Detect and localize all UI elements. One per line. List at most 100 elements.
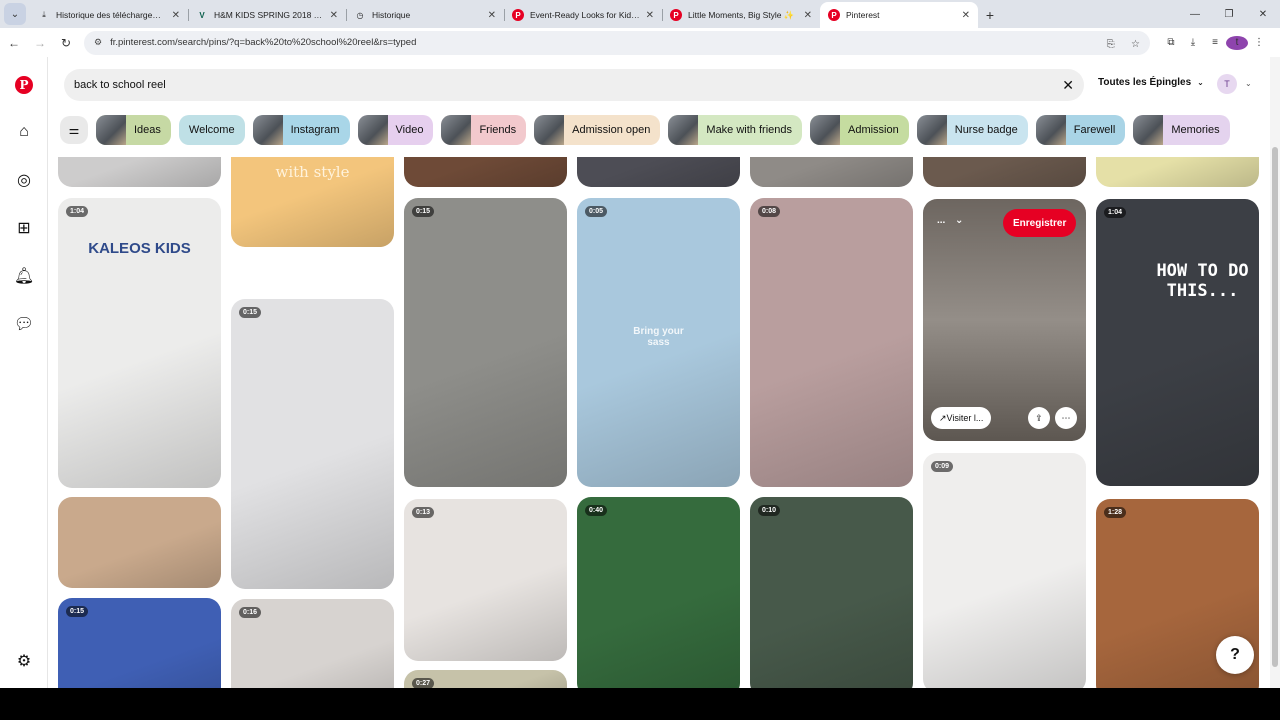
pin-card[interactable]: 0:08: [750, 198, 913, 487]
pin-card[interactable]: ... ⌄ Enregistrer ↗ Visiter l... ⇪ ⋯: [923, 199, 1086, 441]
browser-profile-avatar[interactable]: t: [1226, 35, 1248, 50]
chip-label: Memories: [1171, 124, 1220, 136]
help-button[interactable]: ?: [1216, 636, 1254, 674]
search-chip[interactable]: Admission: [810, 115, 909, 145]
messages-icon[interactable]: 💬︎: [14, 314, 34, 334]
tab-close-icon[interactable]: ✕: [646, 10, 654, 21]
search-chip[interactable]: Friends: [441, 115, 527, 145]
create-icon[interactable]: ⊞: [14, 218, 34, 238]
chip-label: Friends: [479, 124, 517, 136]
pin-card[interactable]: 0:05 Bring your sass: [577, 198, 740, 487]
tab-title: Event-Ready Looks for Kids 🎈 ✨: [530, 9, 642, 20]
pin-card[interactable]: [404, 157, 567, 187]
pin-card[interactable]: 0:15: [231, 299, 394, 589]
pin-card[interactable]: [58, 157, 221, 187]
pin-scope-dropdown[interactable]: Toutes les Épingles ⌄: [1098, 77, 1204, 88]
video-duration-badge: 0:08: [758, 206, 781, 217]
pinterest-logo-icon[interactable]: P: [15, 76, 33, 94]
board-select-chevron-icon[interactable]: ...: [937, 215, 945, 226]
pin-card[interactable]: 0:10: [750, 497, 913, 688]
account-chevron-icon[interactable]: ⌄: [1245, 79, 1252, 88]
pinterest-page: P ⌂ ◎ ⊞ 🔔︎ 💬︎ ⚙ ✕ Toutes les Épingles ⌄ …: [0, 57, 1280, 688]
user-avatar[interactable]: T: [1217, 74, 1237, 94]
tab-title: Historique des téléchargements: [56, 10, 168, 20]
pin-card[interactable]: 0:15: [58, 598, 221, 688]
tab-search-icon[interactable]: ⌄: [4, 3, 26, 25]
search-chip[interactable]: Nurse badge: [916, 115, 1028, 145]
bookmark-star-icon[interactable]: ☆: [1131, 39, 1140, 50]
pin-card[interactable]: 1:04 KALEOS KIDS: [58, 198, 221, 488]
browser-tab[interactable]: ◷ Historique ✕: [346, 2, 504, 28]
board-dropdown-icon[interactable]: ⌄: [955, 215, 963, 226]
pin-card[interactable]: [58, 497, 221, 588]
page-scrollbar[interactable]: [1270, 57, 1280, 688]
pin-card[interactable]: 0:15: [404, 198, 567, 487]
search-chip[interactable]: Ideas: [96, 115, 171, 145]
chip-label: Admission open: [572, 124, 651, 136]
search-bar[interactable]: ✕: [64, 69, 1084, 101]
external-link-icon: ↗: [939, 412, 947, 423]
minimize-icon[interactable]: —: [1178, 0, 1212, 28]
chip-label: Make with friends: [706, 124, 792, 136]
install-app-icon[interactable]: ⎘: [1107, 39, 1115, 50]
clear-search-icon[interactable]: ✕: [1062, 77, 1074, 94]
browser-tab[interactable]: P Event-Ready Looks for Kids 🎈 ✨ ✕: [504, 2, 662, 28]
pin-card[interactable]: with style: [231, 157, 394, 247]
browser-tab[interactable]: ⤓ Historique des téléchargements ✕: [30, 2, 188, 28]
site-info-icon[interactable]: ⚙: [94, 37, 102, 48]
tab-close-icon[interactable]: ✕: [804, 10, 812, 21]
pin-card[interactable]: 0:16: [231, 599, 394, 688]
settings-gear-icon[interactable]: ⚙: [14, 651, 34, 671]
search-chip[interactable]: Memories: [1133, 115, 1230, 145]
pin-overlay-text: Bring your sass: [633, 326, 684, 348]
search-input[interactable]: [74, 79, 1063, 91]
pin-card[interactable]: 1:04 HOW TO DO THIS...: [1096, 199, 1259, 486]
media-controls-icon[interactable]: ≡: [1204, 37, 1226, 48]
tab-close-icon[interactable]: ✕: [172, 10, 180, 21]
browser-menu-icon[interactable]: ⋮: [1248, 37, 1270, 48]
address-bar[interactable]: ⚙ fr.pinterest.com/search/pins/?q=back%2…: [84, 30, 1150, 55]
new-tab-button[interactable]: +: [978, 2, 1002, 28]
pin-card[interactable]: 0:13: [404, 499, 567, 661]
visit-site-button[interactable]: ↗ Visiter l...: [931, 407, 992, 429]
pin-card[interactable]: [577, 157, 740, 187]
pin-card[interactable]: 0:40: [577, 497, 740, 688]
extensions-icon[interactable]: ⧉: [1160, 37, 1182, 48]
browser-tab[interactable]: P Pinterest ✕: [820, 2, 978, 28]
tab-close-icon[interactable]: ✕: [962, 10, 970, 21]
explore-icon[interactable]: ◎: [14, 170, 34, 190]
reload-icon[interactable]: ↻: [54, 31, 78, 55]
pin-card[interactable]: [1096, 157, 1259, 187]
tab-close-icon[interactable]: ✕: [330, 10, 338, 21]
pin-card[interactable]: 0:09: [923, 453, 1086, 688]
browser-tab-strip: ⌄ ⤓ Historique des téléchargements ✕ V H&M K…: [0, 0, 1280, 28]
restore-icon[interactable]: ❐: [1212, 0, 1246, 28]
pin-card[interactable]: [750, 157, 913, 187]
back-icon[interactable]: ←: [2, 31, 26, 55]
share-icon[interactable]: ⇪: [1028, 407, 1050, 429]
home-icon[interactable]: ⌂: [14, 122, 34, 142]
search-chip[interactable]: Make with friends: [668, 115, 802, 145]
search-chip[interactable]: Admission open: [534, 115, 661, 145]
video-duration-badge: 0:40: [585, 505, 608, 516]
pin-card[interactable]: 0:27: [404, 670, 567, 688]
downloads-icon[interactable]: ⤓: [1182, 37, 1204, 48]
search-chip[interactable]: Instagram: [252, 115, 350, 145]
search-chip[interactable]: Video: [357, 115, 434, 145]
browser-tab[interactable]: V H&M KIDS SPRING 2018 sur Vi ✕: [188, 2, 346, 28]
forward-icon[interactable]: →: [28, 31, 52, 55]
url-text[interactable]: fr.pinterest.com/search/pins/?q=back%20t…: [110, 37, 1095, 48]
video-duration-badge: 0:27: [412, 678, 435, 688]
tab-close-icon[interactable]: ✕: [488, 10, 496, 21]
search-chip[interactable]: Farewell: [1035, 115, 1126, 145]
more-options-icon[interactable]: ⋯: [1055, 407, 1077, 429]
filter-icon[interactable]: ⚌: [60, 116, 88, 144]
scope-label: Toutes les Épingles: [1098, 77, 1192, 88]
pin-card[interactable]: [923, 157, 1086, 187]
notifications-bell-icon[interactable]: 🔔︎: [14, 266, 34, 286]
save-pin-button[interactable]: Enregistrer: [1003, 209, 1077, 237]
browser-tab[interactable]: P Little Moments, Big Style ✨ ✕: [662, 2, 820, 28]
close-window-icon[interactable]: ✕: [1246, 0, 1280, 28]
search-chip[interactable]: Welcome: [178, 115, 245, 145]
video-duration-badge: 0:09: [931, 461, 954, 472]
